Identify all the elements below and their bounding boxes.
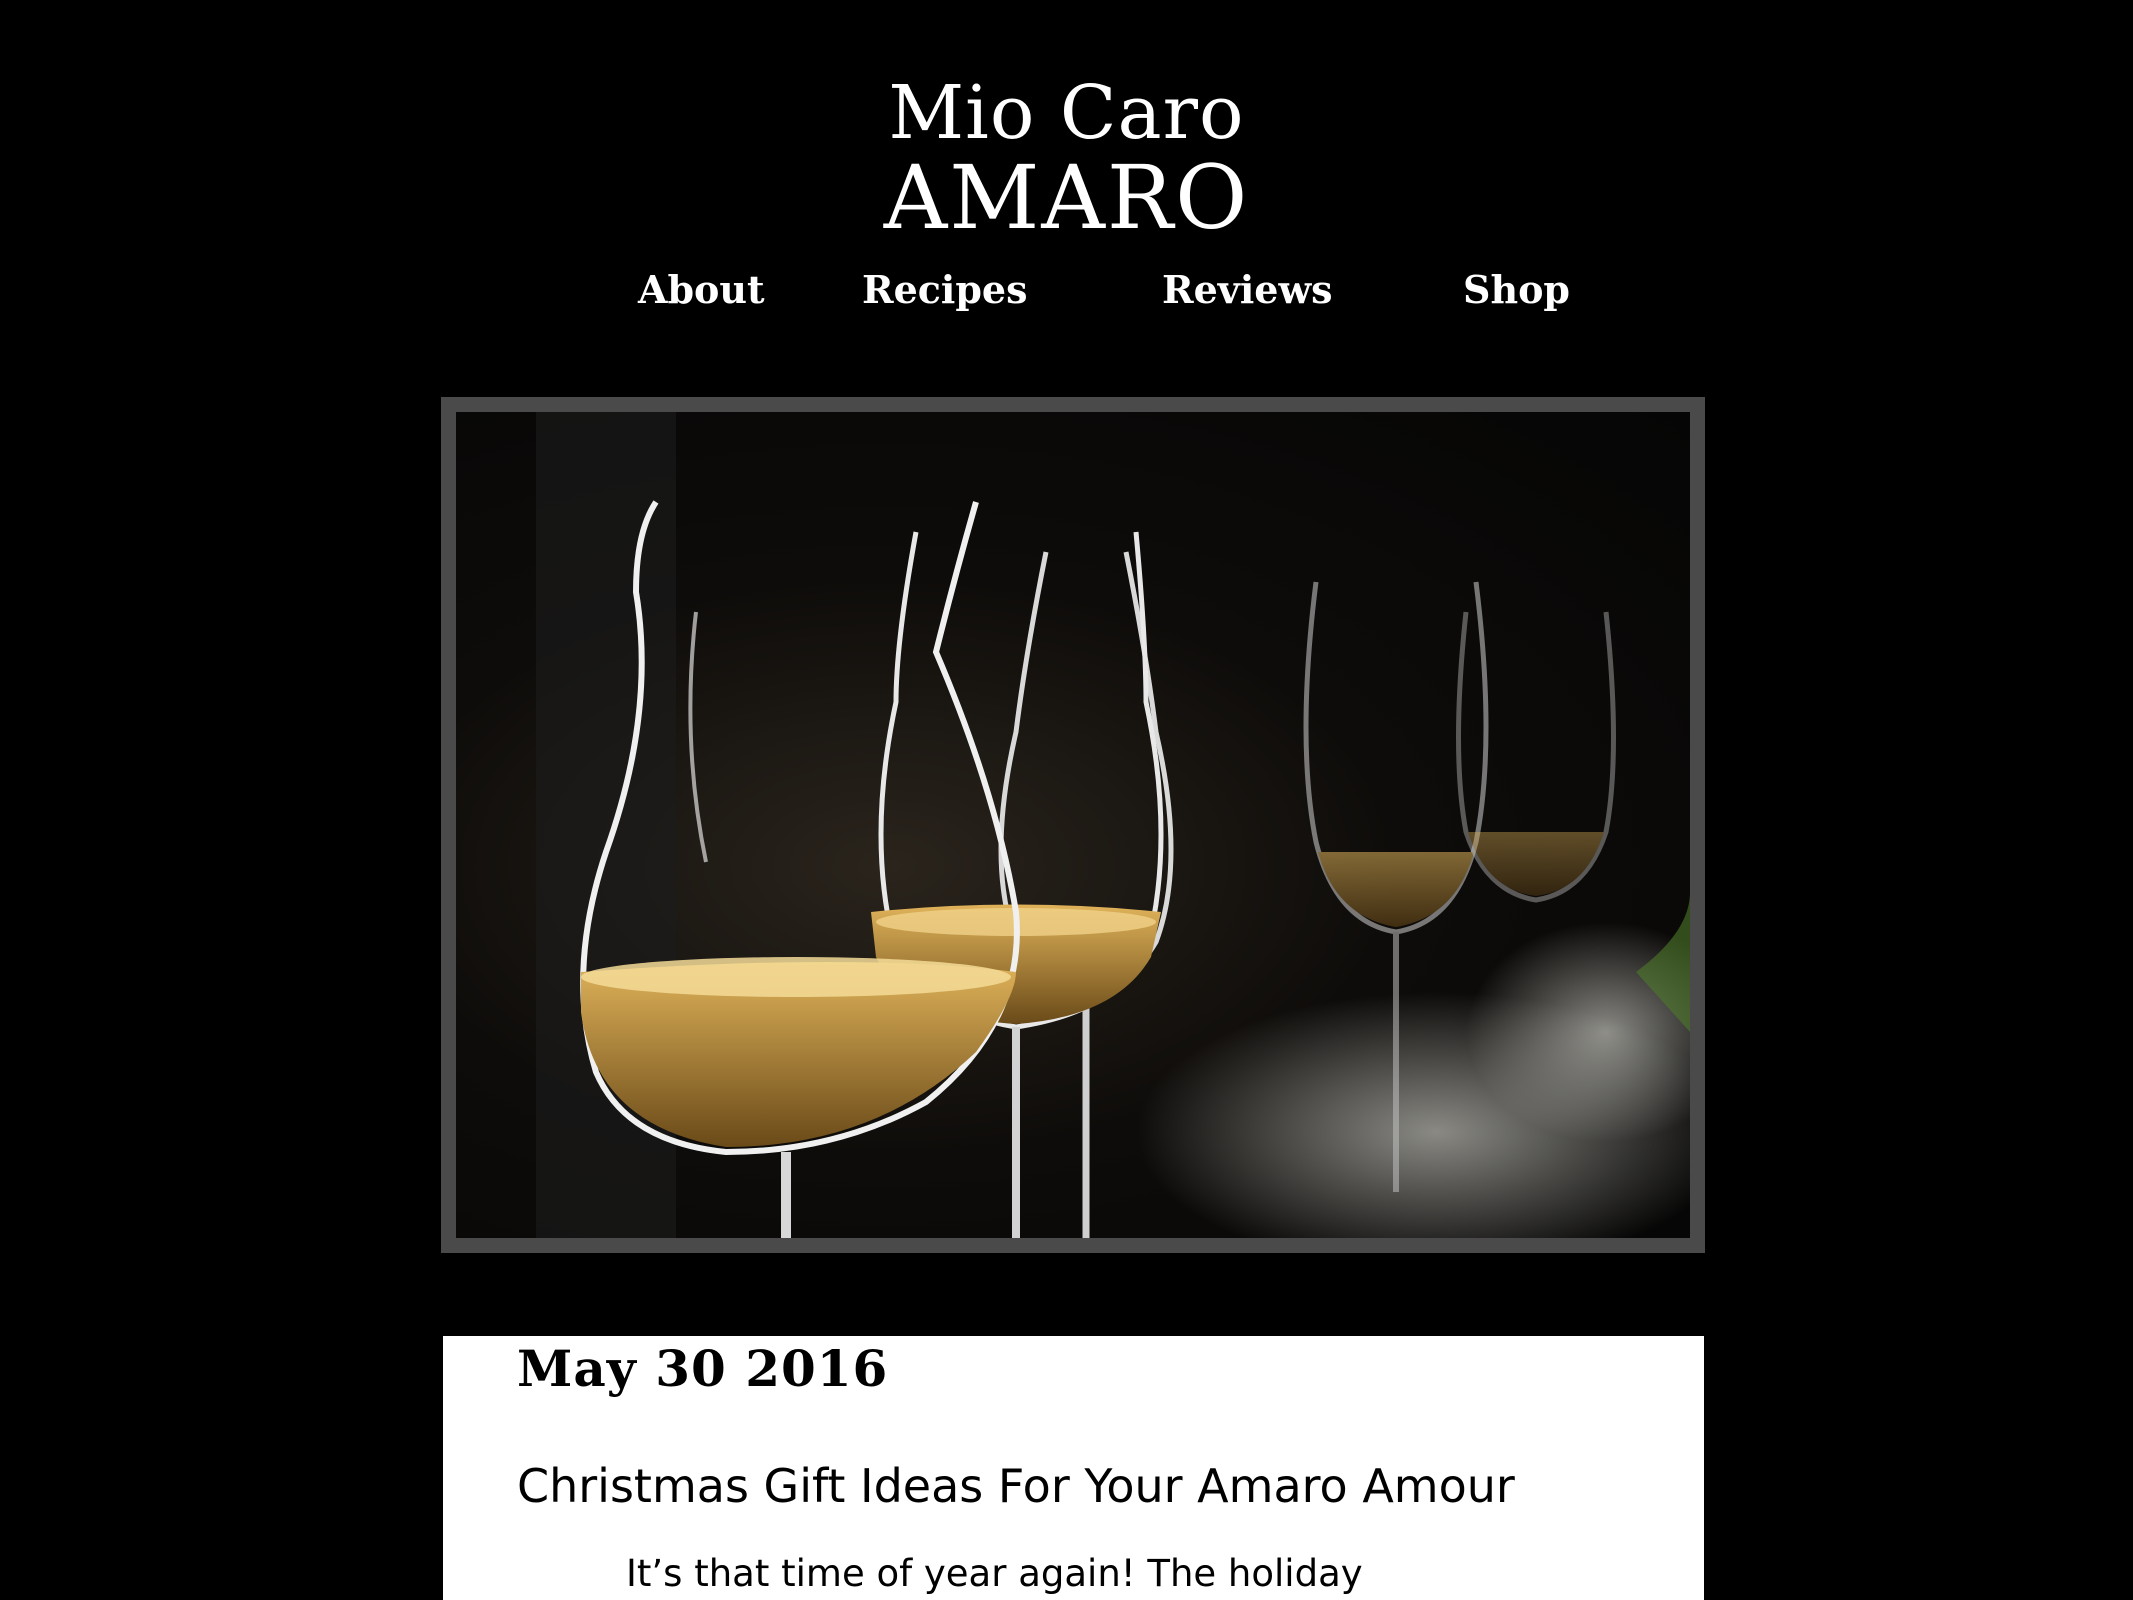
blog-post-card: May 30 2016 Christmas Gift Ideas For You… xyxy=(443,1336,1704,1600)
glasses-illustration xyxy=(536,412,1690,1238)
post-date: May 30 2016 xyxy=(517,1339,889,1398)
site-title-line2: AMARO xyxy=(883,146,1250,249)
site-title-line1: Mio Caro xyxy=(888,70,1245,156)
hero-image xyxy=(456,412,1690,1238)
nav-link-recipes[interactable]: Recipes xyxy=(862,266,1027,314)
post-title-link[interactable]: Christmas Gift Ideas For Your Amaro Amou… xyxy=(517,1458,1515,1514)
nav-link-reviews[interactable]: Reviews xyxy=(1162,266,1333,314)
post-excerpt: It’s that time of year again! The holida… xyxy=(626,1552,1363,1595)
hero-image-frame xyxy=(441,397,1705,1253)
nav-link-shop[interactable]: Shop xyxy=(1463,266,1570,314)
nav-link-about[interactable]: About xyxy=(638,266,765,314)
